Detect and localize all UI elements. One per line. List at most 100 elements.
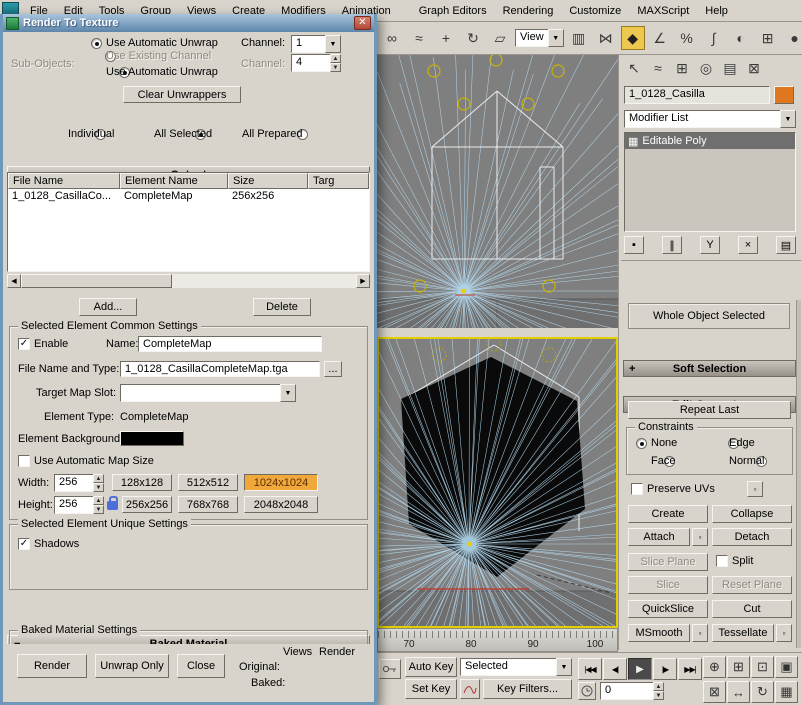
column-file-name[interactable]: File Name (8, 173, 120, 189)
use-auto-unwrap-top-radio[interactable] (91, 38, 102, 49)
create-tab-icon[interactable]: ↖ (624, 58, 644, 78)
table-row[interactable]: 1_0128_CasillaCo... CompleteMap 256x256 (8, 189, 369, 203)
link-icon[interactable]: ∞ (380, 26, 404, 50)
render-setup-icon[interactable]: ⊞ (756, 26, 780, 50)
render-button[interactable]: Render (17, 654, 87, 678)
spinner-down-icon[interactable]: ▼ (330, 63, 341, 72)
select-move-icon[interactable]: + (434, 26, 458, 50)
attach-button[interactable]: Attach (628, 528, 690, 546)
chevron-down-icon[interactable]: ▼ (780, 110, 796, 128)
panel-scrollbar[interactable] (796, 300, 801, 648)
size-2048-button[interactable]: 2048x2048 (244, 496, 318, 513)
tessellate-button[interactable]: Tessellate (712, 624, 774, 642)
key-tangent-icon[interactable] (460, 679, 480, 699)
reference-coordsys-dropdown[interactable]: View ▼ (515, 29, 564, 47)
go-to-end-icon[interactable]: ▶▶| (678, 658, 702, 680)
dialog-titlebar[interactable]: Render To Texture ✕ (3, 14, 374, 32)
close-icon[interactable]: ✕ (354, 16, 371, 30)
next-frame-icon[interactable]: |▶ (653, 658, 677, 680)
selection-set-dropdown[interactable]: Selected ▼ (460, 658, 572, 676)
zoom-region-icon[interactable]: ⊠ (703, 681, 726, 703)
horizontal-scrollbar[interactable]: ◀ ▶ (7, 274, 370, 288)
rollout-soft-selection[interactable]: + Soft Selection (623, 360, 796, 377)
spinner-up-icon[interactable]: ▲ (330, 54, 341, 63)
reset-plane-button[interactable]: Reset Plane (712, 576, 792, 594)
detach-button[interactable]: Detach (712, 528, 792, 546)
play-icon[interactable]: ▶ (628, 658, 652, 680)
chevron-down-icon[interactable]: ▼ (547, 29, 564, 47)
chevron-down-icon[interactable]: ▼ (280, 384, 296, 402)
collapse-button[interactable]: Collapse (712, 505, 792, 523)
size-128-button[interactable]: 128x128 (112, 474, 172, 491)
zoom-icon[interactable]: ⊕ (703, 656, 726, 678)
tessellate-settings-icon[interactable]: ▫ (776, 624, 792, 642)
track-bar[interactable]: 70 80 90 100 (377, 628, 618, 652)
configure-modifier-sets-icon[interactable]: ▤ (776, 236, 796, 254)
browse-button[interactable]: ... (324, 361, 342, 377)
slice-plane-button[interactable]: Slice Plane (628, 553, 708, 571)
spinner-up-icon[interactable]: ▲ (653, 682, 664, 691)
chevron-down-icon[interactable]: ▼ (556, 658, 572, 676)
key-filters-button[interactable]: Key Filters... (483, 679, 572, 699)
object-name-field[interactable]: 1_0128_Casilla (624, 86, 770, 104)
unlink-icon[interactable]: ≈ (407, 26, 431, 50)
size-256-button[interactable]: 256x256 (122, 496, 172, 513)
motion-tab-icon[interactable]: ◎ (696, 58, 716, 78)
scrollbar-thumb[interactable] (21, 274, 172, 288)
split-checkbox[interactable] (716, 555, 728, 567)
size-512-button[interactable]: 512x512 (178, 474, 238, 491)
clear-unwrappers-button[interactable]: Clear Unwrappers (123, 86, 241, 103)
spinner-up-icon[interactable]: ▲ (93, 496, 104, 505)
preserve-uvs-checkbox[interactable] (631, 483, 643, 495)
object-color-swatch[interactable] (774, 86, 794, 104)
keyboard-override-icon[interactable] (379, 659, 401, 679)
zoom-all-icon[interactable]: ⊞ (727, 656, 750, 678)
spinner-down-icon[interactable]: ▼ (93, 505, 104, 514)
quickslice-button[interactable]: QuickSlice (628, 600, 708, 618)
element-background-swatch[interactable] (120, 431, 184, 446)
menu-rendering[interactable]: Rendering (495, 2, 562, 20)
scroll-left-icon[interactable]: ◀ (7, 274, 21, 288)
repeat-last-button[interactable]: Repeat Last (628, 401, 791, 419)
column-target[interactable]: Targ (308, 173, 369, 189)
msmooth-button[interactable]: MSmooth (628, 624, 690, 642)
spinner-down-icon[interactable]: ▼ (93, 483, 104, 492)
remove-modifier-icon[interactable]: × (738, 236, 758, 254)
make-unique-icon[interactable]: Y (700, 236, 720, 254)
pin-stack-icon[interactable]: ▪ (624, 236, 644, 254)
stack-item-editable-poly[interactable]: ▦ Editable Poly (625, 133, 795, 149)
element-name-field[interactable]: CompleteMap (138, 336, 322, 352)
display-tab-icon[interactable]: ▤ (720, 58, 740, 78)
shadows-checkbox[interactable] (18, 538, 30, 550)
target-map-slot-dropdown[interactable]: ▼ (120, 384, 296, 402)
rotate-icon[interactable]: ↻ (461, 26, 485, 50)
go-to-start-icon[interactable]: |◀◀ (578, 658, 602, 680)
utilities-tab-icon[interactable]: ⊠ (744, 58, 764, 78)
modify-tab-icon[interactable]: ≈ (648, 58, 668, 78)
viewport-bottom-active[interactable] (377, 337, 618, 628)
file-name-field[interactable]: 1_0128_CasillaCompleteMap.tga (120, 361, 320, 377)
angle-snap-icon[interactable]: ∠ (648, 26, 672, 50)
size-1024-button-active[interactable]: 1024x1024 (244, 474, 318, 491)
menu-customize[interactable]: Customize (561, 2, 629, 20)
slice-button[interactable]: Slice (628, 576, 708, 594)
enable-checkbox[interactable] (18, 338, 30, 350)
snap-toggle-icon[interactable]: ◆ (620, 26, 645, 50)
column-size[interactable]: Size (228, 173, 308, 189)
zoom-extents-icon[interactable]: ⊡ (751, 656, 774, 678)
material-editor-icon[interactable]: ◐ (729, 26, 753, 50)
auto-map-size-checkbox[interactable] (18, 455, 30, 467)
menu-help[interactable]: Help (697, 2, 736, 20)
attach-options-icon[interactable]: ▫ (692, 528, 708, 546)
time-config-icon[interactable] (578, 682, 596, 700)
spinner-down-icon[interactable]: ▼ (653, 691, 664, 700)
orbit-icon[interactable]: ↻ (751, 681, 774, 703)
create-button[interactable]: Create (628, 505, 708, 523)
height-spinner[interactable]: 256 ▲ ▼ (54, 496, 104, 514)
hierarchy-tab-icon[interactable]: ⊞ (672, 58, 692, 78)
show-end-result-icon[interactable]: ∥ (662, 236, 682, 254)
delete-button[interactable]: Delete (253, 298, 311, 316)
use-center-icon[interactable]: ▥ (567, 26, 591, 50)
channel-1-dropdown[interactable]: 1 ▼ (291, 35, 341, 53)
msmooth-settings-icon[interactable]: ▫ (692, 624, 708, 642)
